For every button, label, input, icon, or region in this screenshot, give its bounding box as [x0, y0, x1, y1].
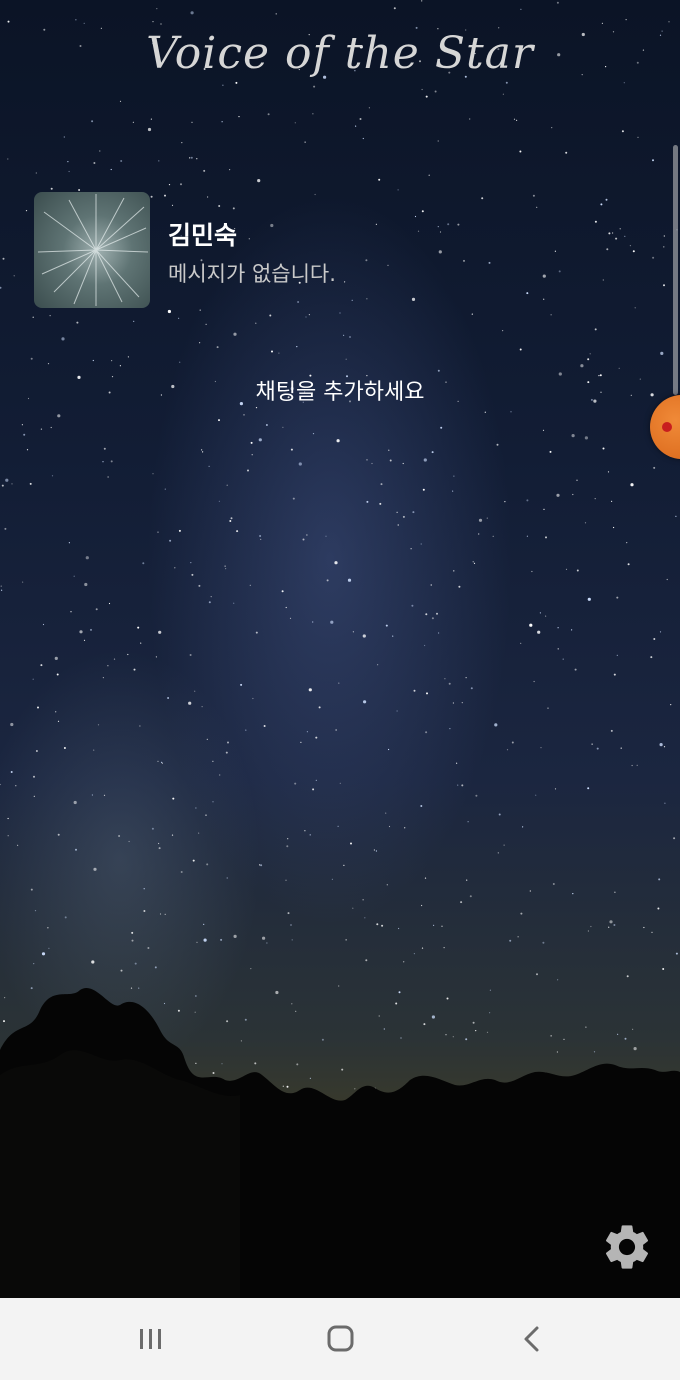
- star-trail-image: [37, 194, 149, 306]
- navigation-bar: [0, 1298, 680, 1380]
- notification-dot: [662, 422, 672, 432]
- settings-button[interactable]: [600, 1220, 654, 1274]
- add-chat-hint[interactable]: 채팅을 추가하세요: [0, 374, 680, 406]
- home-button[interactable]: [280, 1298, 400, 1380]
- chat-last-message: 메시지가 없습니다.: [168, 262, 336, 286]
- back-icon: [524, 1326, 539, 1352]
- tree-silhouette: [0, 987, 680, 1298]
- chat-contact-name: 김민숙: [168, 221, 238, 250]
- home-icon: [327, 1325, 354, 1352]
- chat-list-item[interactable]: 김민숙 메시지가 없습니다.: [34, 192, 634, 310]
- recents-icon: [140, 1329, 161, 1349]
- recents-button[interactable]: [91, 1298, 211, 1380]
- screen: Voice of the Star 김민숙 메시지가 없습니다. 채팅을 추가하…: [0, 0, 680, 1380]
- gear-icon: [605, 1225, 649, 1269]
- back-button[interactable]: [471, 1298, 591, 1380]
- starfield-avatar: [34, 192, 150, 308]
- scroll-indicator[interactable]: [673, 145, 678, 395]
- app-title: Voice of the Star: [146, 28, 534, 79]
